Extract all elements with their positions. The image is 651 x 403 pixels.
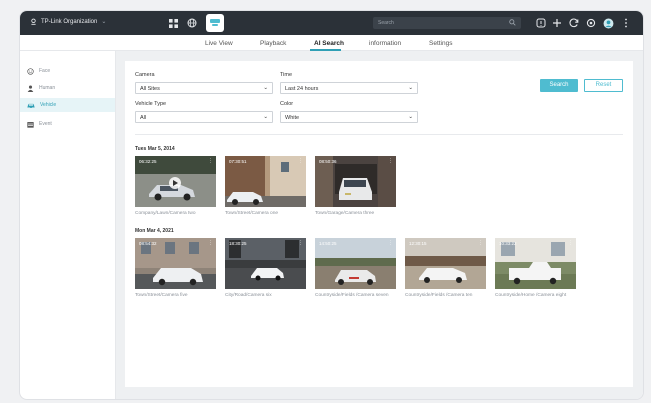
chevron-down-icon: ⌄ (408, 114, 413, 120)
more-menu-icon[interactable] (618, 15, 634, 31)
thumbnail-caption: Town/Street/Camera five (135, 293, 188, 298)
thumbnail-caption: Town/Garage/Camera three (315, 211, 375, 216)
global-search-input[interactable]: Search (373, 17, 521, 29)
camera-app-icon (210, 19, 220, 26)
organization-name: TP-Link Organization (41, 18, 98, 25)
more-options-icon[interactable]: ⋮ (208, 240, 213, 246)
chevron-down-icon: ⌄ (101, 19, 107, 25)
color-select[interactable]: White ⌄ (280, 111, 418, 123)
app-window: TP-Link Organization ⌄ Search Live View … (20, 11, 643, 399)
thumbnail-caption: Countryside/Home /Camera eight (495, 293, 567, 298)
human-icon (27, 85, 34, 92)
more-options-icon[interactable]: ⋮ (208, 158, 213, 164)
result-thumbnail[interactable]: 10:33:22 ⋮ (495, 238, 576, 289)
snapshot-timestamp: 18:30:25 (229, 241, 247, 246)
reset-button[interactable]: Reset (584, 79, 623, 92)
result-thumbnail[interactable]: 08:54:32 ⋮ (135, 238, 216, 289)
top-bar: TP-Link Organization ⌄ Search (20, 11, 643, 35)
search-icon (509, 19, 516, 26)
globe-icon[interactable] (184, 15, 200, 31)
refresh-icon[interactable] (566, 15, 582, 31)
tab-ai-search[interactable]: AI Search (314, 40, 344, 47)
more-options-icon[interactable]: ⋮ (568, 240, 573, 246)
event-icon (27, 121, 34, 128)
tab-information[interactable]: information (369, 40, 401, 47)
chevron-down-icon: ⌄ (263, 114, 268, 120)
snapshot-timestamp: 08:50:36 (319, 159, 337, 164)
search-panel: Camera All Sites ⌄ Time Last 24 hours ⌄ … (125, 61, 633, 387)
main-content: Camera All Sites ⌄ Time Last 24 hours ⌄ … (116, 51, 643, 399)
date-heading: Tues Mar 5, 2014 (135, 146, 175, 152)
more-options-icon[interactable]: ⋮ (478, 240, 483, 246)
color-select-value: White (285, 115, 300, 121)
sidebar-item-label: Human (39, 85, 56, 91)
chevron-down-icon: ⌄ (408, 85, 413, 91)
tab-settings[interactable]: Settings (429, 40, 453, 47)
result-thumbnail[interactable]: 07:30:51 ⋮ (225, 156, 306, 207)
time-select-value: Last 24 hours (285, 86, 319, 92)
vehicle-type-select-value: All (140, 115, 147, 121)
vehicle-icon (27, 103, 35, 108)
more-options-icon[interactable]: ⋮ (388, 240, 393, 246)
time-filter-label: Time (280, 72, 293, 78)
result-thumbnail[interactable]: 18:30:25 ⋮ (225, 238, 306, 289)
camera-select-value: All Sites (140, 86, 160, 92)
camera-select[interactable]: All Sites ⌄ (135, 82, 273, 94)
search-button[interactable]: Search (540, 79, 578, 92)
snapshot-timestamp: 10:33:22 (499, 241, 517, 246)
user-avatar-icon[interactable] (600, 15, 616, 31)
thumbnail-caption: Countryside/Fields /Camera ten (405, 293, 473, 298)
thumbnail-caption: City/Road/Camera six (225, 293, 272, 298)
chevron-down-icon: ⌄ (263, 85, 268, 91)
result-thumbnail[interactable]: 08:50:36 ⋮ (315, 156, 396, 207)
vehicle-type-select[interactable]: All ⌄ (135, 111, 273, 123)
result-thumbnail[interactable]: 06:32:25 ⋮ (135, 156, 216, 207)
sidebar-item-label: Vehicle (40, 102, 57, 108)
settings-icon[interactable] (583, 15, 599, 31)
result-thumbnail[interactable]: 12:30:15 ⋮ (405, 238, 486, 289)
tab-live-view[interactable]: Live View (205, 40, 233, 47)
color-filter-label: Color (280, 101, 294, 107)
more-options-icon[interactable]: ⋮ (298, 240, 303, 246)
snapshot-timestamp: 14:50:25 (319, 241, 337, 246)
sidebar-item-vehicle[interactable]: Vehicle (20, 98, 115, 112)
grid-apps-icon[interactable] (165, 15, 181, 31)
face-icon (27, 67, 34, 75)
thumbnail-caption: Countryside/Fields /Camera seven (315, 293, 389, 298)
sidebar: Face Human Vehicle Event (20, 51, 116, 399)
add-icon[interactable] (549, 15, 565, 31)
thumbnail-caption: Town/Street/Camera one (225, 211, 279, 216)
sidebar-item-label: Event (39, 121, 52, 127)
organization-selector[interactable]: TP-Link Organization ⌄ (30, 18, 106, 25)
location-pin-icon (31, 18, 36, 25)
sidebar-item-face[interactable]: Face (20, 64, 115, 78)
divider (135, 134, 623, 135)
sidebar-item-event[interactable]: Event (20, 117, 115, 131)
snapshot-timestamp: 06:32:25 (139, 159, 157, 164)
main-tabs: Live View Playback AI Search information… (20, 35, 643, 51)
sidebar-item-human[interactable]: Human (20, 81, 115, 95)
snapshot-timestamp: 12:30:15 (409, 241, 427, 246)
vehicle-type-filter-label: Vehicle Type (135, 101, 167, 107)
more-options-icon[interactable]: ⋮ (388, 158, 393, 164)
alert-icon[interactable] (533, 15, 549, 31)
time-select[interactable]: Last 24 hours ⌄ (280, 82, 418, 94)
sidebar-item-label: Face (39, 68, 51, 74)
date-heading: Mon Mar 4, 2021 (135, 228, 174, 234)
search-placeholder: Search (378, 20, 394, 26)
snapshot-timestamp: 08:54:32 (139, 241, 157, 246)
tab-playback[interactable]: Playback (260, 40, 286, 47)
ai-camera-app-button[interactable] (206, 14, 224, 32)
result-thumbnail[interactable]: 14:50:25 ⋮ (315, 238, 396, 289)
camera-filter-label: Camera (135, 72, 155, 78)
more-options-icon[interactable]: ⋮ (298, 158, 303, 164)
snapshot-timestamp: 07:30:51 (229, 159, 247, 164)
thumbnail-caption: Company/Lawn/Camera two (135, 211, 196, 216)
